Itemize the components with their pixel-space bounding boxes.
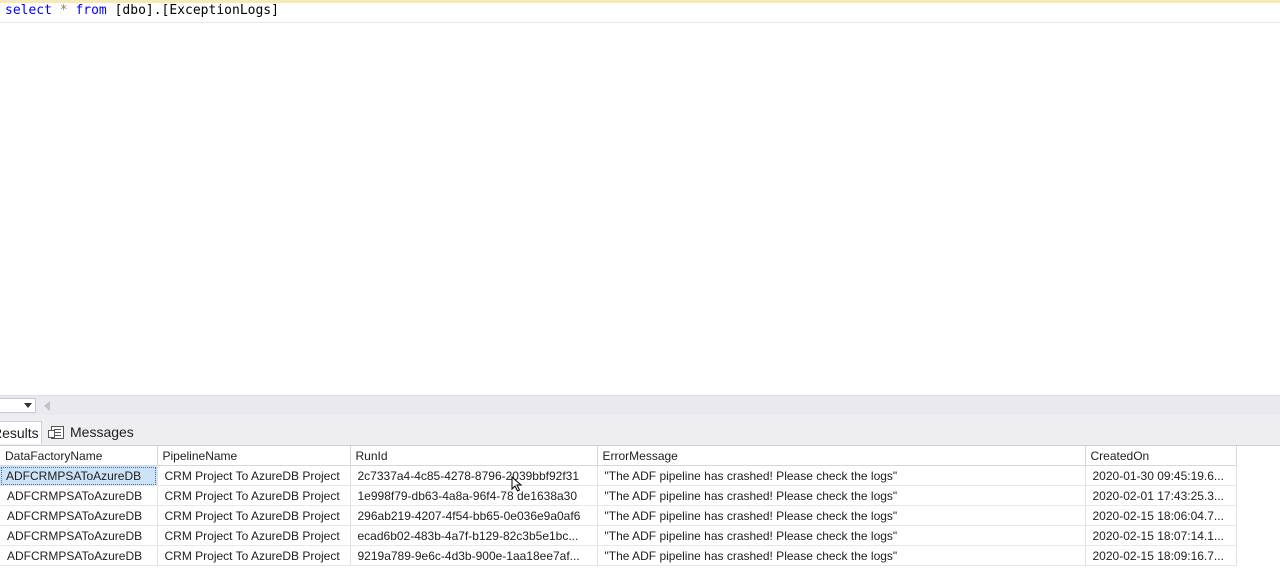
results-grid[interactable]: DataFactoryName PipelineName RunId Error… [0, 446, 1280, 587]
table-row[interactable]: ADFCRMPSAToAzureDB CRM Project To AzureD… [0, 485, 1237, 506]
column-header[interactable]: ErrorMessage [597, 446, 1086, 466]
table-row[interactable]: ADFCRMPSAToAzureDB CRM Project To AzureD… [0, 505, 1237, 526]
keyword-select: select [5, 3, 52, 18]
column-header[interactable]: RunId [350, 446, 598, 466]
current-line-highlight [0, 22, 1280, 23]
query-editor[interactable]: select * from [dbo].[ExceptionLogs] [0, 3, 1280, 393]
table-cell[interactable]: 1e998f79-db63-4a8a-96f4-78 de1638a30 [350, 485, 598, 506]
query-text-line[interactable]: select * from [dbo].[ExceptionLogs] [5, 3, 279, 19]
keyword-from: from [75, 3, 107, 18]
table-cell[interactable]: 2020-02-15 18:06:04.7... [1085, 505, 1237, 526]
results-table: DataFactoryName PipelineName RunId Error… [0, 446, 1237, 566]
table-row[interactable]: ADFCRMPSAToAzureDB CRM Project To AzureD… [0, 545, 1237, 566]
table-cell[interactable]: 2020-02-15 18:07:14.1... [1085, 525, 1237, 546]
table-cell[interactable]: CRM Project To AzureDB Project [157, 545, 351, 566]
table-cell[interactable]: 2020-01-30 09:45:19.6... [1085, 465, 1237, 486]
table-row[interactable]: ADFCRMPSAToAzureDB CRM Project To AzureD… [0, 525, 1237, 546]
table-cell[interactable]: 296ab219-4207-4f54-bb65-0e036e9a0af6 [350, 505, 598, 526]
table-cell[interactable]: CRM Project To AzureDB Project [157, 485, 351, 506]
header-row: DataFactoryName PipelineName RunId Error… [0, 446, 1237, 466]
messages-icon [48, 426, 64, 439]
table-row[interactable]: ADFCRMPSAToAzureDB CRM Project To AzureD… [0, 465, 1237, 486]
results-tabstrip: Results Messages [0, 415, 1280, 446]
table-cell[interactable]: CRM Project To AzureDB Project [157, 465, 351, 486]
zoom-dropdown[interactable] [0, 398, 36, 413]
table-identifier: [dbo].[ExceptionLogs] [114, 3, 279, 18]
tab-results-label: Results [0, 425, 39, 441]
table-cell[interactable]: "The ADF pipeline has crashed! Please ch… [597, 465, 1086, 486]
chevron-down-icon[interactable] [24, 403, 32, 408]
table-cell[interactable]: ADFCRMPSAToAzureDB [0, 465, 158, 486]
tab-results[interactable]: Results [0, 421, 42, 444]
table-cell[interactable]: 2020-02-15 18:09:16.7... [1085, 545, 1237, 566]
table-cell[interactable]: ADFCRMPSAToAzureDB [0, 545, 158, 566]
table-cell[interactable]: ecad6b02-483b-4a7f-b129-82c3b5e1bc... [350, 525, 598, 546]
editor-horizontal-bar [0, 395, 1280, 416]
table-cell[interactable]: CRM Project To AzureDB Project [157, 525, 351, 546]
table-cell[interactable]: "The ADF pipeline has crashed! Please ch… [597, 485, 1086, 506]
table-cell[interactable]: "The ADF pipeline has crashed! Please ch… [597, 505, 1086, 526]
column-header[interactable]: CreatedOn [1085, 446, 1237, 466]
table-cell[interactable]: ADFCRMPSAToAzureDB [0, 525, 158, 546]
table-cell[interactable]: ADFCRMPSAToAzureDB [0, 485, 158, 506]
table-cell[interactable]: CRM Project To AzureDB Project [157, 505, 351, 526]
mouse-cursor-icon [511, 476, 523, 492]
tab-messages-label: Messages [70, 424, 134, 440]
table-cell[interactable]: 2020-02-01 17:43:25.3... [1085, 485, 1237, 506]
column-header[interactable]: PipelineName [157, 446, 351, 466]
tab-messages[interactable]: Messages [46, 421, 138, 444]
table-cell[interactable]: 2c7337a4-4c85-4278-8796-2039bbf92f31 [350, 465, 598, 486]
table-cell[interactable]: "The ADF pipeline has crashed! Please ch… [597, 525, 1086, 546]
operator-star: * [59, 3, 68, 18]
scroll-left-icon[interactable] [44, 401, 50, 411]
column-header[interactable]: DataFactoryName [0, 446, 158, 466]
table-cell[interactable]: 9219a789-9e6c-4d3b-900e-1aa18ee7af... [350, 545, 598, 566]
table-cell[interactable]: ADFCRMPSAToAzureDB [0, 505, 158, 526]
table-cell[interactable]: "The ADF pipeline has crashed! Please ch… [597, 545, 1086, 566]
